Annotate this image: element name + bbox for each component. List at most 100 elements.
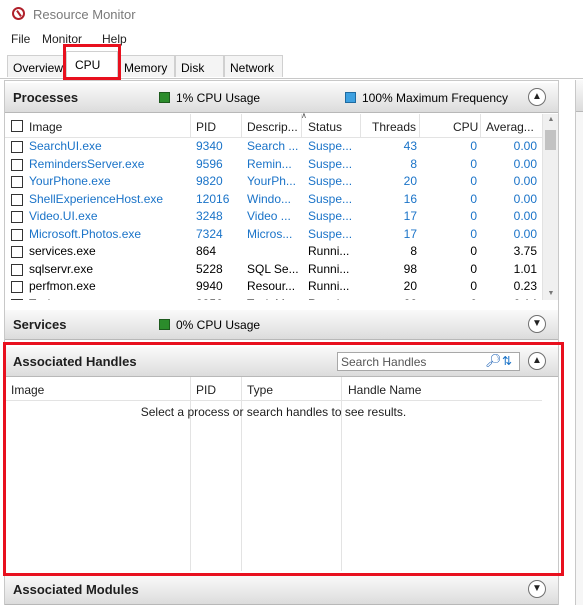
process-status: Suspe... xyxy=(308,226,353,241)
process-image: Microsoft.Photos.exe xyxy=(29,226,142,241)
column-threads[interactable]: Threads xyxy=(372,120,416,134)
process-threads: 8 xyxy=(410,156,417,171)
process-average-cpu: 0.14 xyxy=(483,297,537,301)
process-checkbox[interactable] xyxy=(11,176,23,188)
services-cpu-indicator-icon xyxy=(159,319,170,330)
process-average-cpu: 0.00 xyxy=(513,156,537,171)
process-image: Video.UI.exe xyxy=(29,209,98,223)
services-cpu-usage: 0% CPU Usage xyxy=(159,318,260,332)
process-pid: 12016 xyxy=(196,191,230,206)
process-checkbox[interactable] xyxy=(11,158,23,171)
column-description[interactable]: Descrip... xyxy=(247,120,298,134)
processes-scrollbar[interactable]: ▲ ▼ xyxy=(542,114,558,300)
column-status[interactable]: Status xyxy=(308,120,342,134)
process-cpu: 0 xyxy=(470,156,477,171)
max-frequency: 100% Maximum Frequency xyxy=(345,91,508,105)
menu-file[interactable]: File xyxy=(11,32,30,46)
scroll-up-icon[interactable]: ▲ xyxy=(543,114,559,126)
process-cpu: 0 xyxy=(470,226,477,241)
process-threads: 17 xyxy=(403,209,417,223)
process-row[interactable]: ShellExperienceHost.exe 12016 Windo... Susp… xyxy=(5,191,542,209)
process-checkbox[interactable] xyxy=(11,263,23,276)
process-checkbox[interactable] xyxy=(11,281,23,293)
process-cpu: 0 xyxy=(470,261,477,276)
process-description: Micros... xyxy=(247,226,293,241)
column-average-cpu[interactable]: Averag... xyxy=(486,120,534,134)
process-image: services.exe xyxy=(29,244,96,258)
process-row[interactable]: Video.UI.exe 3248 Video ... Suspe... 17 0 0.00 xyxy=(5,208,542,226)
process-pid: 864 xyxy=(196,244,217,258)
resource-monitor-icon xyxy=(12,7,25,20)
modules-title: Associated Modules xyxy=(13,582,139,597)
process-pid: 9820 xyxy=(196,174,223,188)
process-threads: 17 xyxy=(403,226,417,241)
title-bar: Resource Monitor xyxy=(0,0,583,30)
process-status: Suspe... xyxy=(308,174,353,188)
process-cpu: 0 xyxy=(470,174,477,188)
process-cpu: 0 xyxy=(470,209,477,223)
process-row[interactable]: Taskmgr.exe 3356 Task M... Runni... 22 0 0.14 xyxy=(5,296,542,301)
process-description: Resour... xyxy=(247,279,296,293)
column-image[interactable]: Image xyxy=(29,120,62,134)
process-average-cpu: 1.01 xyxy=(513,261,537,276)
processes-scroll-thumb[interactable] xyxy=(545,130,556,150)
process-cpu: 0 xyxy=(470,139,477,153)
processes-list: SearchUI.exe 9340 Search ... Suspe... 43 0 0.0… xyxy=(5,138,542,300)
processes-cpu-usage: 1% CPU Usage xyxy=(159,91,260,105)
process-description: Windo... xyxy=(247,191,292,206)
process-row[interactable]: YourPhone.exe 9820 YourPh... Suspe... 20 0 0.0… xyxy=(5,173,542,191)
process-row[interactable]: Microsoft.Photos.exe 7324 Micros... Suspe..… xyxy=(5,226,542,244)
cpu-usage-indicator-icon xyxy=(159,92,170,103)
process-description: Search ... xyxy=(247,139,299,153)
tab-disk[interactable]: Disk xyxy=(175,55,224,77)
column-pid[interactable]: PID xyxy=(196,120,216,134)
process-row[interactable]: SearchUI.exe 9340 Search ... Suspe... 43 0 0.0… xyxy=(5,138,542,156)
expand-services-button[interactable]: ▼ xyxy=(528,315,546,333)
process-image: YourPhone.exe xyxy=(29,174,111,188)
process-pid: 7324 xyxy=(196,226,223,241)
modules-header[interactable]: Associated Modules ▼ xyxy=(5,575,558,605)
chevron-up-icon: ▲ xyxy=(532,91,542,102)
processes-title: Processes xyxy=(13,90,79,105)
tab-memory[interactable]: Memory xyxy=(118,55,175,77)
process-checkbox[interactable] xyxy=(11,141,23,153)
process-status: Runni... xyxy=(308,279,350,293)
process-image: sqlservr.exe xyxy=(29,261,94,276)
process-row[interactable]: RemindersServer.exe 9596 Remin... Suspe... 8… xyxy=(5,156,542,174)
sort-indicator-icon: ∧ xyxy=(301,111,307,120)
processes-column-header: Image PID Descrip... Status Threads CPU … xyxy=(5,111,542,138)
process-pid: 9940 xyxy=(196,279,223,293)
process-average-cpu: 0.00 xyxy=(513,226,537,241)
cpu-tab-highlight xyxy=(63,44,121,80)
process-checkbox[interactable] xyxy=(11,246,23,258)
process-pid: 3248 xyxy=(196,209,223,223)
process-threads: 43 xyxy=(403,139,417,153)
tab-overview[interactable]: Overview xyxy=(7,55,66,77)
process-average-cpu: 0.00 xyxy=(513,191,537,206)
process-status: Runni... xyxy=(308,297,358,301)
process-description: Remin... xyxy=(247,156,292,171)
process-checkbox[interactable] xyxy=(11,193,23,206)
process-row[interactable]: perfmon.exe 9940 Resour... Runni... 20 0 0.23 xyxy=(5,278,542,296)
frequency-indicator-icon xyxy=(345,92,356,103)
process-status: Runni... xyxy=(308,244,350,258)
collapse-processes-button[interactable]: ▲ xyxy=(528,88,546,106)
process-checkbox[interactable] xyxy=(11,211,23,223)
process-row[interactable]: sqlservr.exe 5228 SQL Se... Runni... 98 0 1.01 xyxy=(5,261,542,279)
tab-network[interactable]: Network xyxy=(224,55,283,77)
process-threads: 8 xyxy=(410,244,417,258)
column-cpu[interactable]: CPU xyxy=(453,120,478,134)
process-checkbox[interactable] xyxy=(11,228,23,241)
process-threads: 20 xyxy=(403,174,417,188)
process-cpu: 0 xyxy=(425,297,477,301)
window-title: Resource Monitor xyxy=(33,7,136,22)
process-pid: 9596 xyxy=(196,156,223,171)
processes-header[interactable]: Processes 1% CPU Usage 100% Maximum Freq… xyxy=(5,83,558,113)
services-header[interactable]: Services 0% CPU Usage ▼ xyxy=(5,310,558,340)
select-all-checkbox[interactable] xyxy=(11,120,23,132)
expand-modules-button[interactable]: ▼ xyxy=(528,580,546,598)
process-checkbox[interactable] xyxy=(11,298,23,300)
process-image: SearchUI.exe xyxy=(29,139,102,153)
scroll-down-icon[interactable]: ▼ xyxy=(543,288,559,300)
process-row[interactable]: services.exe 864 Runni... 8 0 3.75 xyxy=(5,243,542,261)
